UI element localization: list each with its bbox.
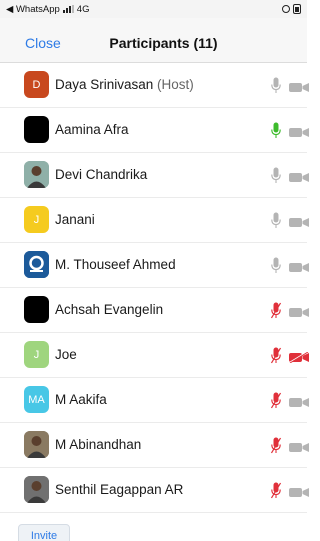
avatar: J (24, 341, 49, 368)
avatar (24, 161, 49, 188)
page-title: Participants (11) (109, 35, 218, 51)
participant-row[interactable]: J Janani (0, 198, 309, 243)
participant-row[interactable]: Devi Chandrika (0, 153, 309, 198)
participant-row[interactable]: Achsah Evangelin (0, 288, 309, 333)
video-camera-icon[interactable] (289, 440, 309, 452)
participant-name: Janani (55, 212, 95, 227)
participant-name-text: Devi Chandrika (55, 167, 148, 182)
mic-icon[interactable] (271, 122, 281, 139)
video-camera-icon[interactable] (289, 215, 309, 227)
host-label: (Host) (153, 77, 194, 92)
participant-name-text: M. Thouseef Ahmed (55, 257, 176, 272)
participant-row[interactable]: D Daya Srinivasan (Host) (0, 63, 309, 108)
mic-muted-icon[interactable] (270, 347, 282, 364)
status-right (282, 4, 301, 14)
orientation-lock-icon (282, 5, 290, 13)
participant-name-text: M Aakifa (55, 392, 107, 407)
participant-name-text: M Abinandhan (55, 437, 142, 452)
participant-name: M Abinandhan (55, 437, 141, 452)
avatar (24, 296, 49, 323)
mic-icon[interactable] (271, 257, 281, 274)
avatar: D (24, 71, 49, 98)
participant-row[interactable]: MA M Aakifa (0, 378, 309, 423)
network-type: 4G (76, 3, 90, 15)
participant-name-text: Joe (55, 347, 77, 362)
video-camera-icon[interactable] (289, 170, 309, 182)
mic-icon[interactable] (271, 212, 281, 229)
video-off-icon[interactable] (288, 350, 309, 364)
status-left: ◀ WhatsApp 4G (6, 4, 89, 15)
avatar (24, 116, 49, 143)
participant-name-text: Achsah Evangelin (55, 302, 164, 317)
participant-name: M. Thouseef Ahmed (55, 257, 176, 272)
signal-icon (62, 5, 74, 13)
avatar-initial: MA (28, 393, 45, 406)
participant-row[interactable]: M Abinandhan (0, 423, 309, 468)
participant-name: Devi Chandrika (55, 167, 147, 182)
video-camera-icon[interactable] (289, 485, 309, 497)
avatar: J (24, 206, 49, 233)
mic-muted-icon[interactable] (270, 392, 282, 409)
avatar (24, 431, 49, 458)
avatar-initial: J (33, 348, 40, 361)
avatar-initial: J (33, 213, 40, 226)
invite-button[interactable]: Invite (18, 524, 70, 541)
participant-list: D Daya Srinivasan (Host) Aamina Afra Devi C… (0, 63, 309, 513)
participant-name-text: Senthil Eagappan AR (55, 482, 184, 497)
back-to-whatsapp-link[interactable]: ◀ WhatsApp (6, 4, 60, 15)
participant-row[interactable]: Senthil Eagappan AR (0, 468, 309, 513)
participant-name: M Aakifa (55, 392, 107, 407)
avatar (24, 251, 49, 278)
video-camera-icon[interactable] (289, 395, 309, 407)
avatar: MA (24, 386, 49, 413)
participant-name: Daya Srinivasan (Host) (55, 77, 194, 92)
video-camera-icon[interactable] (289, 125, 309, 137)
video-camera-icon[interactable] (289, 260, 309, 272)
mic-icon[interactable] (271, 77, 281, 94)
nav-bar: Close Participants (11) (0, 18, 307, 63)
mic-icon[interactable] (271, 167, 281, 184)
participant-name: Achsah Evangelin (55, 302, 163, 317)
avatar (24, 476, 49, 503)
participant-row[interactable]: Aamina Afra (0, 108, 309, 153)
mic-muted-icon[interactable] (270, 482, 282, 499)
participant-row[interactable]: J Joe (0, 333, 309, 378)
video-camera-icon[interactable] (289, 305, 309, 317)
participant-name: Senthil Eagappan AR (55, 482, 183, 497)
participant-name: Joe (55, 347, 77, 362)
status-bar: ◀ WhatsApp 4G (0, 0, 307, 18)
participant-name: Aamina Afra (55, 122, 129, 137)
avatar-initial: D (32, 78, 41, 91)
participant-name-text: Aamina Afra (55, 122, 129, 137)
participant-name-text: Daya Srinivasan (55, 77, 154, 92)
mic-muted-icon[interactable] (270, 437, 282, 454)
battery-icon (293, 4, 301, 14)
mic-muted-icon[interactable] (270, 302, 282, 319)
video-camera-icon[interactable] (289, 80, 309, 92)
participant-name-text: Janani (55, 212, 95, 227)
participant-row[interactable]: M. Thouseef Ahmed (0, 243, 309, 288)
